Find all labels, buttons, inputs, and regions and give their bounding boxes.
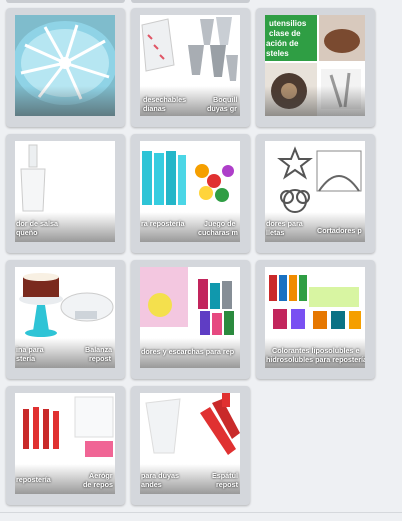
tile-piping-tips[interactable]: desechables dianas Boquill duyas gr (131, 8, 250, 127)
thumbnail-glitter: dores y escarchas para rep (140, 267, 240, 368)
overlay-text-4: steles (266, 49, 289, 58)
caption-gradient (15, 86, 115, 116)
overlay-text-1: utensilios (269, 19, 307, 28)
caption-right-1: Balanza (85, 345, 113, 354)
overlay-text-2: clase de (269, 29, 301, 38)
bottom-divider (0, 512, 402, 513)
caption-left-2: lletas (266, 228, 285, 237)
caption-left-1: repostería (16, 475, 51, 484)
caption-right-1: Boquill (213, 95, 238, 104)
caption-left-1: para duyas (141, 471, 179, 480)
caption-left-1: dores para (266, 219, 303, 228)
tile-utensils-class[interactable]: utensilios clase de ación de steles (256, 8, 375, 127)
thumbnail-turntable-scale: ina para stería Balanza repost (15, 267, 115, 368)
caption-line-1: Colorantes liposolubles e (272, 346, 360, 355)
caption-left-2: stería (16, 354, 36, 363)
thumbnail-utensils-class: utensilios clase de ación de steles (265, 15, 365, 116)
caption-right-2: cucharas m (198, 228, 238, 237)
caption-right-2: repost (89, 354, 111, 363)
caption-right-2: repost (216, 480, 238, 489)
caption-line-1: dor de salsa (16, 219, 58, 228)
tile-spatulas-spoons[interactable]: ra repostería Juego de cucharas m (131, 134, 250, 253)
tile-sauce-dispenser[interactable]: dor de salsa queño (6, 134, 125, 253)
tile-cutters[interactable]: dores para lletas Cortadores p (256, 134, 375, 253)
caption-right-2: de repos (83, 480, 113, 489)
thumbnail-spatulas-spoons: ra repostería Juego de cucharas m (140, 141, 240, 242)
caption-left-1: desechables (143, 95, 187, 104)
caption-left-1: ra repostería (141, 219, 185, 228)
tile-blue-cake[interactable] (6, 8, 125, 127)
thumbnail-piping-bags: para duyas andes Espátul repost (140, 393, 240, 494)
thumbnail-cutters: dores para lletas Cortadores p (265, 141, 365, 242)
caption-right-1: Aerógr (89, 471, 113, 480)
tile-glitter[interactable]: dores y escarchas para rep (131, 260, 250, 379)
caption-line-2: hidrosolubles para repostería (266, 355, 365, 364)
caption-line-2: queño (16, 228, 38, 237)
tile-colorants[interactable]: Colorantes liposolubles e hidrosolubles … (256, 260, 375, 379)
thumbnail-red-tools: repostería Aerógr de repos (15, 393, 115, 494)
product-grid: desechables dianas Boquill duyas gr uten… (0, 0, 402, 521)
caption-right-2: duyas gr (207, 104, 237, 113)
tile-piping-bags[interactable]: para duyas andes Espátul repost (131, 386, 250, 505)
caption-right-1: Juego de (204, 219, 236, 228)
caption-gradient (265, 86, 365, 116)
thumbnail-piping-tips: desechables dianas Boquill duyas gr (140, 15, 240, 116)
caption-right-1: Espátul (212, 471, 238, 480)
caption-right-1: Cortadores p (317, 226, 362, 235)
tile-turntable-scale[interactable]: ina para stería Balanza repost (6, 260, 125, 379)
caption-left-1: ina para (16, 345, 44, 354)
caption-left-2: andes (141, 480, 162, 489)
thumbnail-sauce-dispenser: dor de salsa queño (15, 141, 115, 242)
tile-red-tools[interactable]: repostería Aerógr de repos (6, 386, 125, 505)
thumbnail-blue-cake (15, 15, 115, 116)
thumbnail-colorants: Colorantes liposolubles e hidrosolubles … (265, 267, 365, 368)
caption-line-1: dores y escarchas para rep (141, 347, 235, 356)
caption-left-2: dianas (143, 104, 166, 113)
overlay-text-3: ación de (266, 39, 299, 48)
